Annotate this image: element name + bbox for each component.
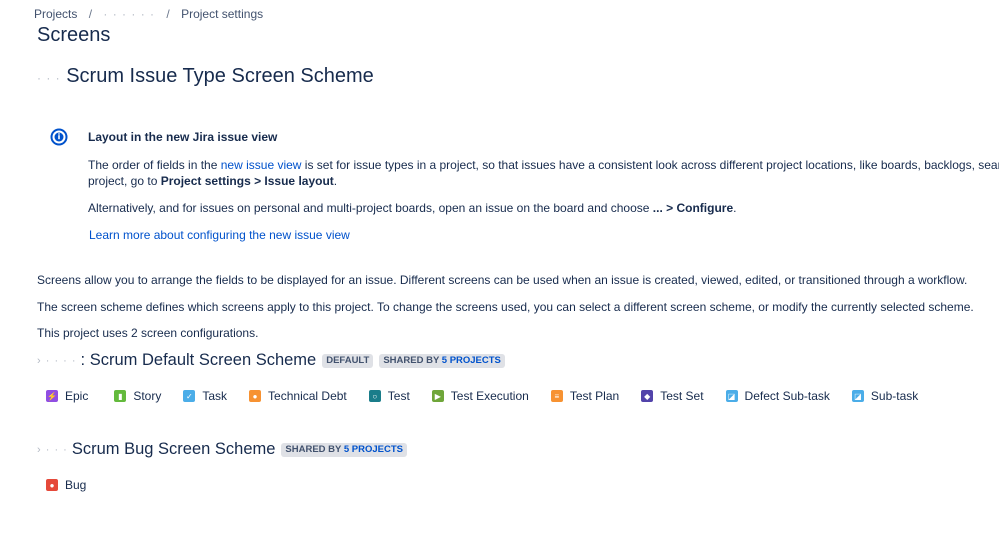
issue-type-label: Test Set xyxy=(660,389,704,403)
issue-type-label: Task xyxy=(202,389,228,403)
issue-type-item: ≡ Test Plan xyxy=(550,389,620,403)
issue-type-item: ● Bug xyxy=(46,478,86,492)
description-line-3: This project uses 2 screen configuration… xyxy=(37,326,259,340)
issue-type-item: ⚡ Epic xyxy=(46,389,88,403)
screen-scheme-default-title[interactable]: › · · · · : Scrum Default Screen Scheme … xyxy=(37,351,505,370)
screen-scheme-prefix: › · · · · xyxy=(37,354,77,367)
test-set-icon: ◆ xyxy=(641,390,654,402)
issue-type-item: ▮ Story xyxy=(114,389,161,403)
subtask-icon: ◪ xyxy=(851,390,864,402)
info-icon xyxy=(50,128,68,146)
issue-type-list: ● Bug xyxy=(46,478,86,492)
info-paragraph-1: The order of fields in the new issue vie… xyxy=(88,157,999,174)
description-line-2: The screen scheme defines which screens … xyxy=(37,300,974,314)
info-panel: Layout in the new Jira issue view The or… xyxy=(50,128,999,248)
issue-type-item: ✓ Task xyxy=(183,389,227,403)
scheme-prefix: · · · xyxy=(37,71,61,85)
screen-scheme-bug-title[interactable]: › · · · Scrum Bug Screen Scheme SHARED B… xyxy=(37,440,407,459)
issue-type-item: ◪ Sub-task xyxy=(851,389,919,403)
info-p2-period: . xyxy=(733,201,737,215)
info-p1b-text: project, go to xyxy=(88,174,161,188)
breadcrumb-separator: / xyxy=(88,7,93,21)
info-p1b-period: . xyxy=(333,174,338,188)
new-issue-view-link[interactable]: new issue view xyxy=(221,158,302,172)
breadcrumb-project-link[interactable]: · · · · · · xyxy=(103,7,155,21)
screen-scheme-name: Scrum Bug Screen Scheme xyxy=(71,440,276,458)
screen-scheme-prefix: › · · · xyxy=(37,443,68,456)
shared-by-text: SHARED BY xyxy=(383,354,442,366)
info-paragraph-2: Alternatively, and for issues on persona… xyxy=(88,201,736,215)
issue-type-label: Epic xyxy=(65,389,89,403)
info-p1-text-after: is set for issue types in a project, so … xyxy=(301,158,999,172)
shared-by-count: 5 PROJECTS xyxy=(343,443,403,455)
info-p1-text: The order of fields in the xyxy=(88,158,221,172)
breadcrumb-project-settings-link[interactable]: Project settings xyxy=(181,7,263,21)
issue-type-label: Test xyxy=(387,389,410,403)
breadcrumb: Projects / · · · · · · / Project setting… xyxy=(34,7,263,21)
issue-type-label: Story xyxy=(133,389,162,403)
bug-icon: ● xyxy=(46,479,58,491)
test-icon: ○ xyxy=(368,390,381,402)
breadcrumb-separator: / xyxy=(166,7,170,21)
shared-by-count: 5 PROJECTS xyxy=(441,354,501,366)
shared-by-badge[interactable]: SHARED BY 5 PROJECTS xyxy=(379,353,505,368)
test-plan-icon: ≡ xyxy=(550,390,563,402)
test-execution-icon: ▶ xyxy=(431,390,444,402)
screen-scheme-name: : Scrum Default Screen Scheme xyxy=(80,351,317,369)
issue-type-label: Defect Sub-task xyxy=(744,389,830,403)
configure-path: ... > Configure xyxy=(652,201,734,215)
issue-type-item: ◆ Test Set xyxy=(641,389,704,403)
story-icon: ▮ xyxy=(114,390,127,402)
technical-debt-icon: ● xyxy=(249,390,262,402)
info-heading: Layout in the new Jira issue view xyxy=(88,130,278,144)
issue-type-item: ▶ Test Execution xyxy=(431,389,529,403)
issue-type-item: ● Technical Debt xyxy=(249,389,347,403)
issue-type-label: Sub-task xyxy=(870,389,919,403)
issue-type-label: Test Execution xyxy=(450,389,529,403)
page-title: Screens xyxy=(37,24,111,46)
task-icon: ✓ xyxy=(183,390,196,402)
epic-icon: ⚡ xyxy=(46,390,58,402)
issue-type-label: Technical Debt xyxy=(268,389,347,403)
info-paragraph-1-cont: project, go to Project settings > Issue … xyxy=(88,174,337,188)
issue-type-item: ○ Test xyxy=(368,389,410,403)
issue-layout-path: Project settings > Issue layout xyxy=(160,174,334,188)
default-badge: DEFAULT xyxy=(322,353,374,368)
issue-type-item: ◪ Defect Sub-task xyxy=(725,389,830,403)
shared-by-text: SHARED BY xyxy=(285,443,344,455)
issue-type-label: Test Plan xyxy=(569,389,620,403)
defect-subtask-icon: ◪ xyxy=(725,390,738,402)
shared-by-badge[interactable]: SHARED BY 5 PROJECTS xyxy=(281,442,407,457)
scheme-title-text: Scrum Issue Type Screen Scheme xyxy=(66,65,374,87)
learn-more-link[interactable]: Learn more about configuring the new iss… xyxy=(89,228,350,242)
breadcrumb-projects-link[interactable]: Projects xyxy=(34,7,77,21)
info-p2-text: Alternatively, and for issues on persona… xyxy=(88,201,653,215)
issue-type-list: ⚡ Epic ▮ Story ✓ Task ● Technical Debt ○ Test ▶ Tes… xyxy=(46,389,918,403)
issue-type-label: Bug xyxy=(65,478,87,492)
description-line-1: Screens allow you to arrange the fields … xyxy=(37,273,968,287)
issue-type-screen-scheme-title: · · · Scrum Issue Type Screen Scheme xyxy=(37,65,374,88)
